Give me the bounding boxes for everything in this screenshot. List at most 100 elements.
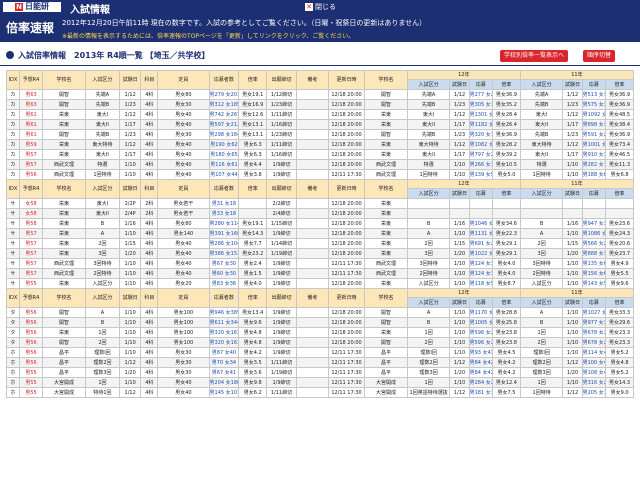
table-cell <box>295 99 329 110</box>
section-divider <box>0 65 640 66</box>
table-cell: 男596 女263 <box>468 337 494 348</box>
table-cell: A <box>519 228 564 239</box>
table-row[interactable]: カ男57 栄東 東大II 1/17 4科 男女40 男180 女65 男女6.3 1/16締切 1… <box>6 149 634 160</box>
table-cell: 4科 <box>140 238 159 249</box>
column-header: 入試区分 <box>519 297 564 308</box>
table-row[interactable]: ホ男55 大宮開成 特待1回 1/12 4科 男女40 男145 女101 男女6.2 1/11… <box>6 387 634 398</box>
table-cell: 2回 <box>519 238 564 249</box>
table-row[interactable]: ホ男55 昌平 理数3回 1/20 4科 男女30 男67 女41 男女3.6 1/19締切 12… <box>6 367 634 378</box>
table-row[interactable]: カ男59 栄東 東大特待 1/12 4科 男女40 男190 女62 男女6.3 1/11締切 1… <box>6 139 634 150</box>
table-row[interactable]: サ女58 栄東 東大I 2/2P 2科 男女若干 男31 女18 2/2締切 12/18 20:… <box>6 198 634 209</box>
table-cell: 男143 女50 <box>581 278 607 289</box>
table-row[interactable]: タ男56 栄東 1回 1/10 4科 男女100 男320 女161 男女4.8 1/9締切 12… <box>6 327 634 338</box>
table-row[interactable]: ホ男56 昌平 理数2回 1/12 4科 男女30 男70 女34 男女3.5 1/11締切 12… <box>6 357 634 368</box>
table-row[interactable]: カ男57 西武文理 特選 1/10 4科 男女40 男116 女61 男女4.4 1/9締切 12… <box>6 159 634 170</box>
table-cell: カ <box>6 89 20 100</box>
table-row[interactable]: カ男63 開智 先端B 1/23 4科 男女30 男312 女185 男女16.9 1/23締切… <box>6 99 634 110</box>
table-cell: 男女36.9 <box>605 99 634 110</box>
table-row[interactable]: ホ男56 昌平 理数I回 1/10 4科 男女30 男87 女40 男女4.2 1/9締切 12/… <box>6 347 634 358</box>
table-cell: A <box>406 228 451 239</box>
table-cell: 男女30 <box>157 347 210 358</box>
logo[interactable]: N 日能研 <box>3 2 61 12</box>
table-cell: 男女8.7 <box>492 278 521 289</box>
column-header: 倍率 <box>605 188 634 199</box>
school-list-button[interactable]: 学校別倍率一覧表示へ <box>500 50 569 62</box>
sort-toggle-button[interactable]: 順序切替 <box>583 50 616 62</box>
column-header: 定員 <box>157 70 210 90</box>
table-cell: 1回 <box>519 377 564 388</box>
table-cell: 東大I <box>406 109 451 120</box>
table-cell <box>295 109 329 120</box>
table-row[interactable]: タ男56 開智 A 1/10 4科 男女100 男946 女389 男女13.4 1/9締切 12… <box>6 307 634 318</box>
table-cell <box>238 198 268 209</box>
table-cell: 1/10 <box>562 327 583 338</box>
table-cell: 1/17 <box>118 149 142 160</box>
table-cell: 男女9.0 <box>605 387 634 398</box>
year-11-header: 11年 <box>519 179 634 189</box>
table-cell: 男女5.0 <box>492 169 521 180</box>
table-cell: 男279 女201 <box>208 89 240 100</box>
table-cell: 男女1.5 <box>238 268 268 279</box>
table-cell: 栄東 <box>364 149 408 160</box>
table-row[interactable]: カ男61 栄東 東大I 1/12 4科 男女40 男742 女267 男女12.6 1/11締切… <box>6 109 634 120</box>
table-cell: 男女12.6 <box>238 109 268 120</box>
table-cell: 1/12 <box>562 109 583 120</box>
table-cell: 男女4.0 <box>492 258 521 269</box>
column-header: 学校名 <box>364 179 408 199</box>
table-cell: 12/18 20:00 <box>327 109 366 120</box>
table-row[interactable]: サ女58 栄東 東大II 2/4P 2科 男女若干 男33 女18 2/4締切 12/18 20… <box>6 208 634 219</box>
table-cell: 1/10 <box>449 307 470 318</box>
column-header: 定員 <box>157 288 210 308</box>
table-cell: 1/20 <box>449 367 470 378</box>
table-cell: 男女28.2 <box>492 139 521 150</box>
table-cell: 1/10 <box>118 159 142 170</box>
table-cell: 男910 女348 <box>581 149 607 160</box>
table-cell: 男女28.8 <box>492 307 521 318</box>
table-cell: 1/23 <box>118 129 142 140</box>
column-header: 更新日時 <box>327 70 366 90</box>
table-row[interactable]: カ男56 西武文理 1回特待 1/10 4科 男女40 男107 女44 男女3.8 1/9締切… <box>6 169 634 180</box>
column-header: 科目 <box>140 288 159 308</box>
table-row[interactable]: サ男55 栄東 入試区分 1/10 4科 男女20 男83 女36 男女4.0 1/9締切 12/… <box>6 278 634 289</box>
table-cell: サ <box>6 208 20 219</box>
column-header: 更新日時 <box>327 179 366 199</box>
table-cell: 4科 <box>140 327 159 338</box>
table-row[interactable]: ホ男55 大宮開成 1回 1/10 4科 男女40 男204 女186 男女9.8 1/9締切 1… <box>6 377 634 388</box>
table-cell: 12/11 17:30 <box>327 347 366 358</box>
table-cell: 男797 女289 <box>468 149 494 160</box>
table-cell: ホ <box>6 387 20 398</box>
table-cell <box>295 377 329 388</box>
table-cell: 栄東 <box>42 119 86 130</box>
table-cell: サ <box>6 278 20 289</box>
table-row[interactable]: カ男63 開智 先端A 1/12 4科 男女80 男279 女201 男女19.1 1/12締切… <box>6 89 634 100</box>
table-cell: 男93 女43 <box>468 347 494 358</box>
table-cell: 1回特待 <box>406 169 451 180</box>
table-row[interactable]: サ男57 西武文理 2回特待 1/10 4科 男女40 男60 女30 男女1.5 1/9締切 1… <box>6 268 634 279</box>
table-row[interactable]: サ男57 栄東 3回 1/20 4科 男女40 男386 女151 男女23.2 1/19締切 1… <box>6 248 634 259</box>
table-row[interactable]: カ男61 栄東 東大II 1/17 4科 男女40 男597 女212 男女13.1 1/16締… <box>6 119 634 130</box>
table-cell: 特選 <box>406 159 451 170</box>
table-cell: 男女7.5 <box>492 387 521 398</box>
table-cell: 栄東 <box>364 238 408 249</box>
table-cell: 1/11締切 <box>266 387 297 398</box>
table-cell: 男女23.2 <box>238 248 268 259</box>
close-button[interactable]: ✕ 閉じる <box>305 2 336 12</box>
table-cell: 12/18 20:00 <box>327 208 366 219</box>
table-row[interactable]: サ男57 西武文理 3回特待 1/10 4科 男女40 男67 女30 男女2.4 1/9締切 1… <box>6 258 634 269</box>
table-cell: 東大II <box>406 149 451 160</box>
column-header: 出願締切 <box>266 288 297 308</box>
column-header: IDX <box>6 70 20 90</box>
table-cell <box>295 169 329 180</box>
table-cell: 特待1回 <box>84 387 120 398</box>
table-row[interactable]: サ男57 栄東 A 1/10 4科 男女140 男391 女160 男女14.3 1/9締切 12… <box>6 228 634 239</box>
table-cell: 男188 女84 <box>581 169 607 180</box>
table-cell: 4科 <box>140 109 159 120</box>
table-cell: 1/10 <box>118 347 142 358</box>
table-row[interactable]: カ男61 開智 先端B 1/23 4科 男女30 男298 女184 男女13.1 1/23締切… <box>6 129 634 140</box>
table-row[interactable]: タ男56 開智 2回 1/10 4科 男女100 男320 女161 男女4.8 1/9締切 12… <box>6 337 634 348</box>
table-cell: 先端B <box>84 129 120 140</box>
table-cell: 1/10 <box>449 228 470 239</box>
table-row[interactable]: サ男58 栄東 B 1/16 4科 男女80 男280 女114 男女19.1 1/15締切 12… <box>6 218 634 229</box>
table-row[interactable]: サ男57 栄東 2回 1/15 4科 男女40 男286 女104 男女7.7 1/14締切 12… <box>6 238 634 249</box>
table-row[interactable]: タ男56 開智 B 1/10 4科 男女100 男611 女344 男女9.6 1/9締切 12/… <box>6 317 634 328</box>
